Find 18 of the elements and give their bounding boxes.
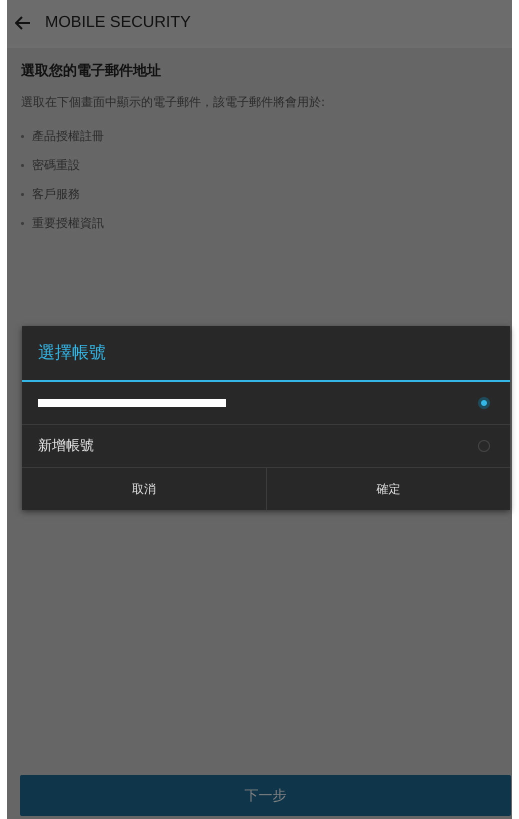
- bullet-dot: [21, 222, 24, 225]
- bullet-dot: [21, 164, 24, 167]
- bullet-text: 客戶服務: [32, 186, 80, 203]
- back-button[interactable]: [15, 16, 31, 30]
- account-option[interactable]: 新增帳號: [22, 425, 510, 468]
- dialog-button[interactable]: 確定: [266, 468, 510, 510]
- bullet-text: 密碼重設: [32, 157, 80, 174]
- bullet-text: 產品授權註冊: [32, 128, 104, 145]
- dialog-button[interactable]: 取消: [22, 468, 266, 510]
- bullet-text: 重要授權資訊: [32, 215, 104, 232]
- bullet-dot: [21, 135, 24, 138]
- app-title: MOBILE SECURITY: [45, 14, 191, 32]
- radio-button[interactable]: [478, 440, 490, 452]
- description: 選取在下個畫面中顯示的電子郵件，該電子郵件將會用於:: [21, 94, 326, 111]
- dialog-title: 選擇帳號: [22, 326, 510, 382]
- bullet-dot: [21, 193, 24, 196]
- heading: 選取您的電子郵件地址: [21, 62, 162, 80]
- radio-button[interactable]: [478, 397, 490, 409]
